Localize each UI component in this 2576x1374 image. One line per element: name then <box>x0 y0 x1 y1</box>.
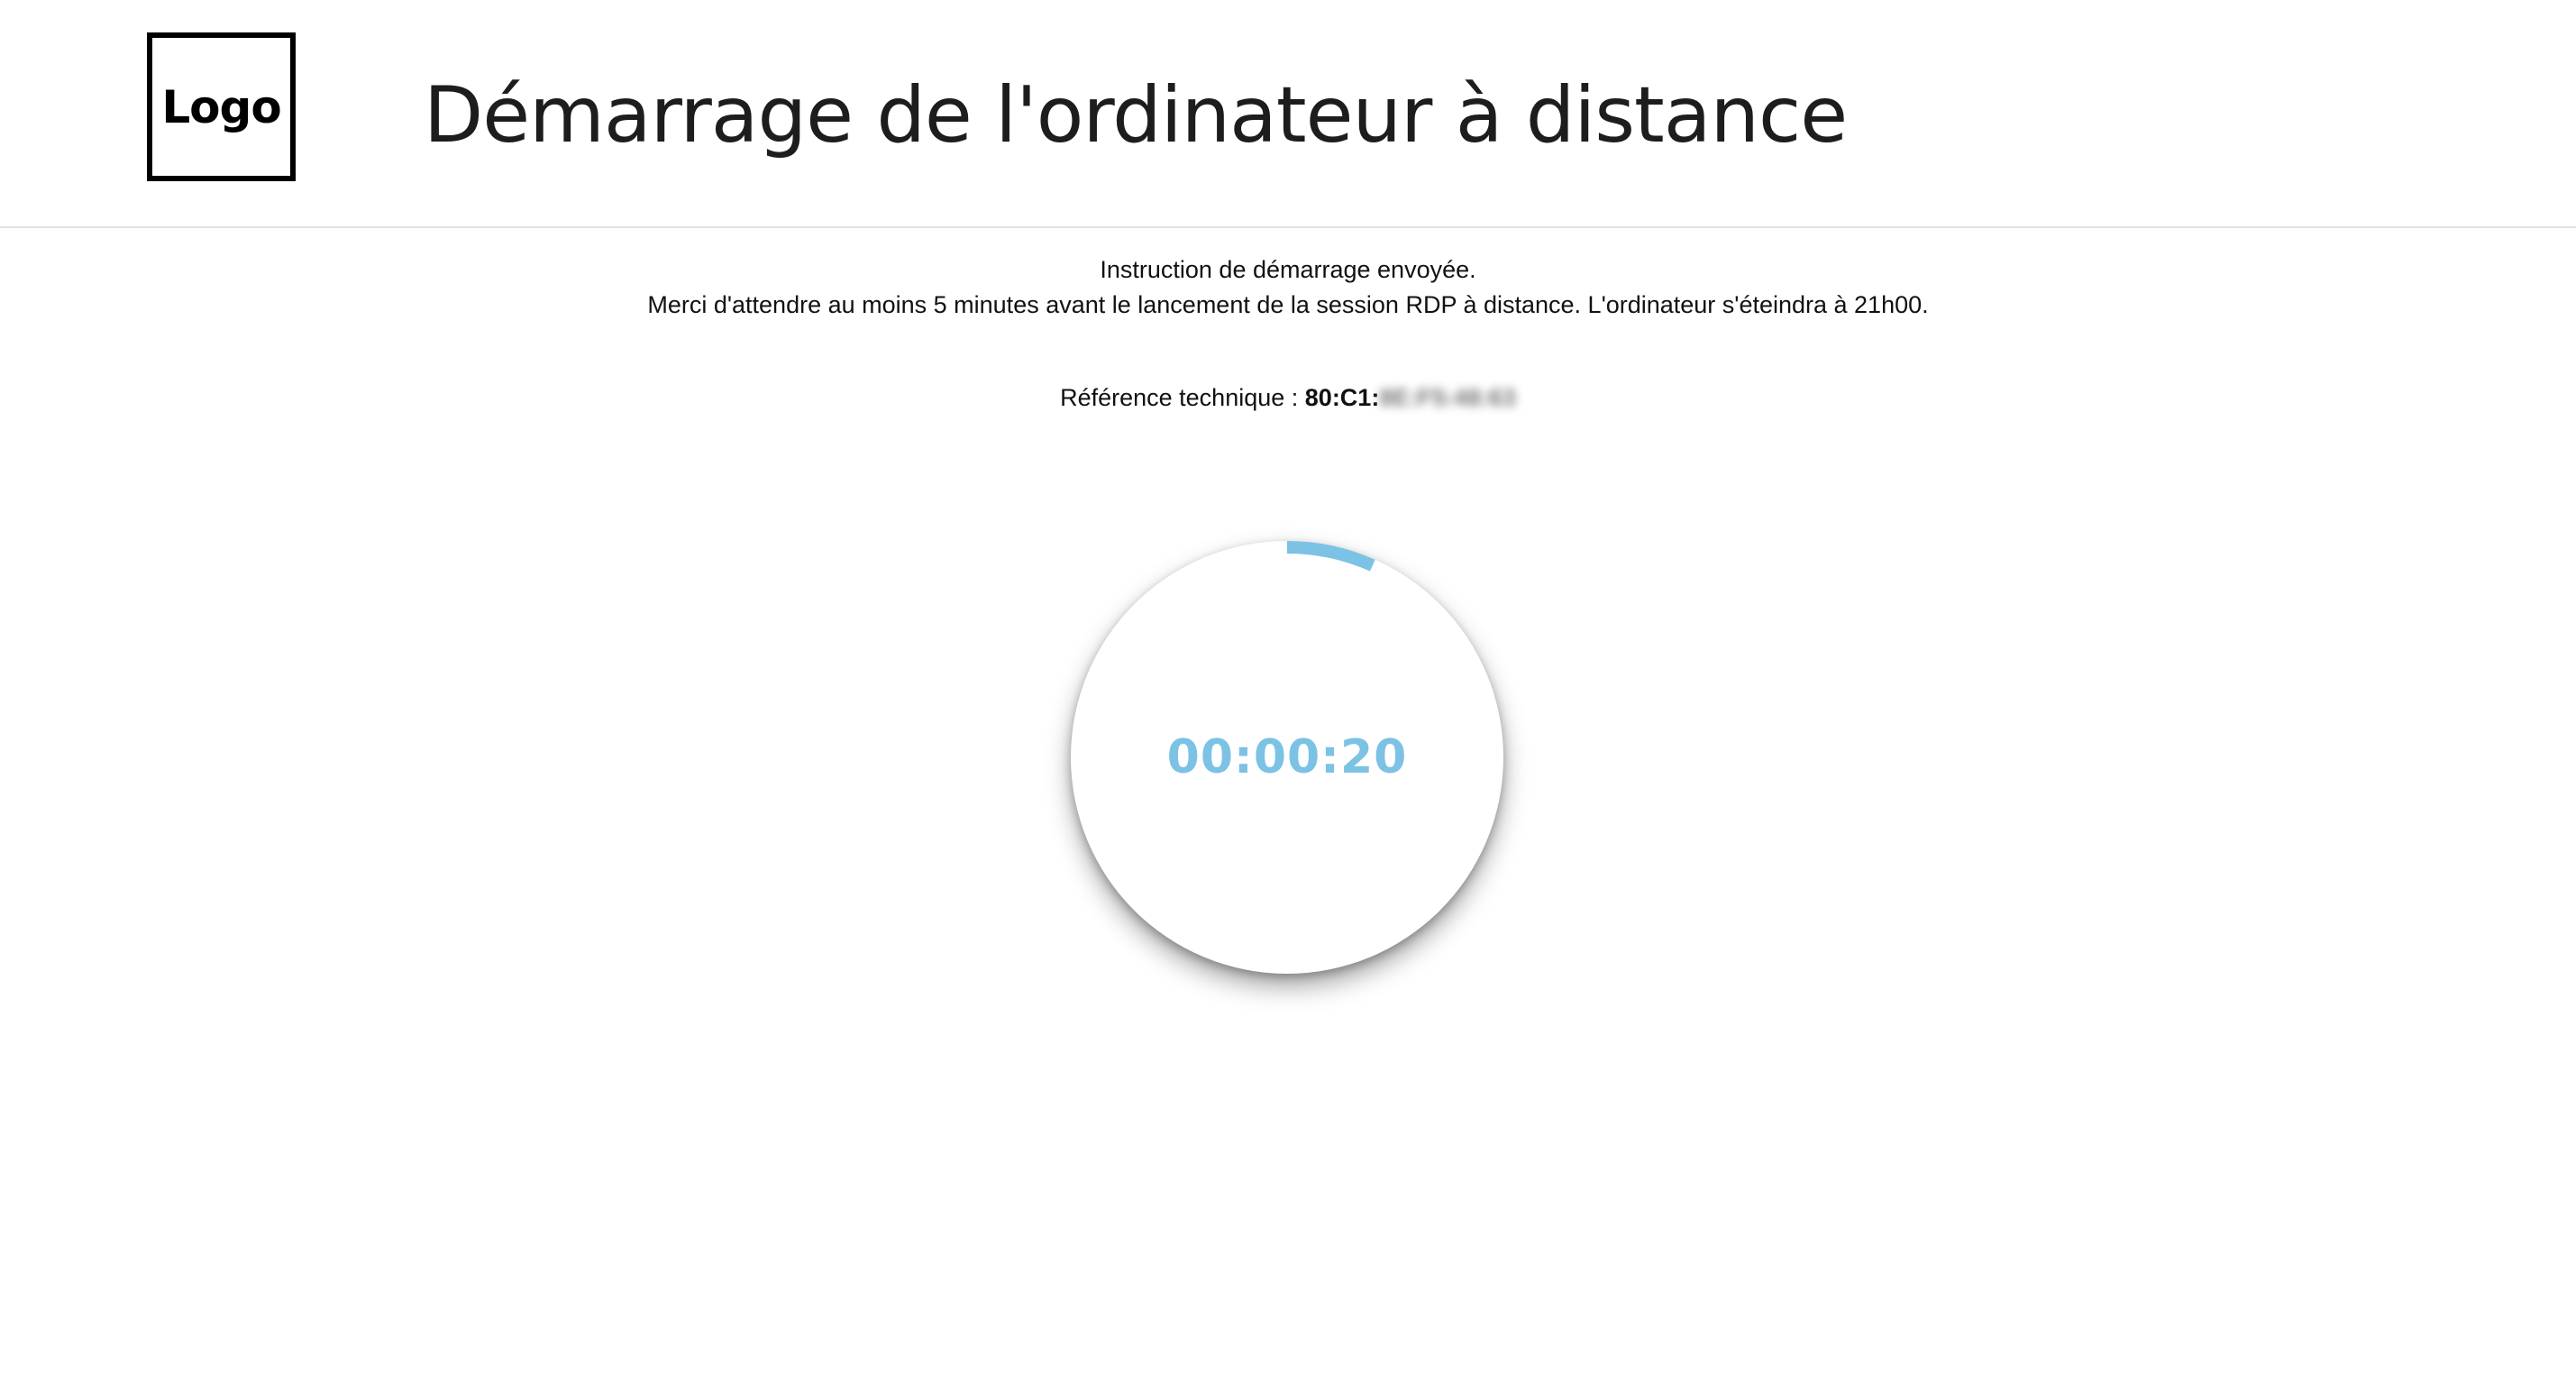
technical-reference-value: 80:C1: <box>1304 384 1380 411</box>
logo: Logo <box>147 32 296 181</box>
page-header: Logo Démarrage de l'ordinateur à distanc… <box>0 0 2576 228</box>
technical-reference: Référence technique : 80:C1:8E:F5:48:63 <box>0 380 2576 416</box>
status-message: Instruction de démarrage envoyée. Merci … <box>0 252 2576 323</box>
status-line-wait: Merci d'attendre au moins 5 minutes avan… <box>647 291 1929 318</box>
page-title: Démarrage de l'ordinateur à distance <box>424 70 1848 160</box>
timer-elapsed: 00:00:20 <box>1166 730 1408 784</box>
technical-reference-label: Référence technique : <box>1060 384 1305 411</box>
countdown-timer: 00:00:20 <box>1071 541 1503 974</box>
status-line-sent: Instruction de démarrage envoyée. <box>1100 256 1476 283</box>
technical-reference-obscured: 8E:F5:48:63 <box>1379 384 1516 411</box>
logo-text: Logo <box>161 80 281 133</box>
